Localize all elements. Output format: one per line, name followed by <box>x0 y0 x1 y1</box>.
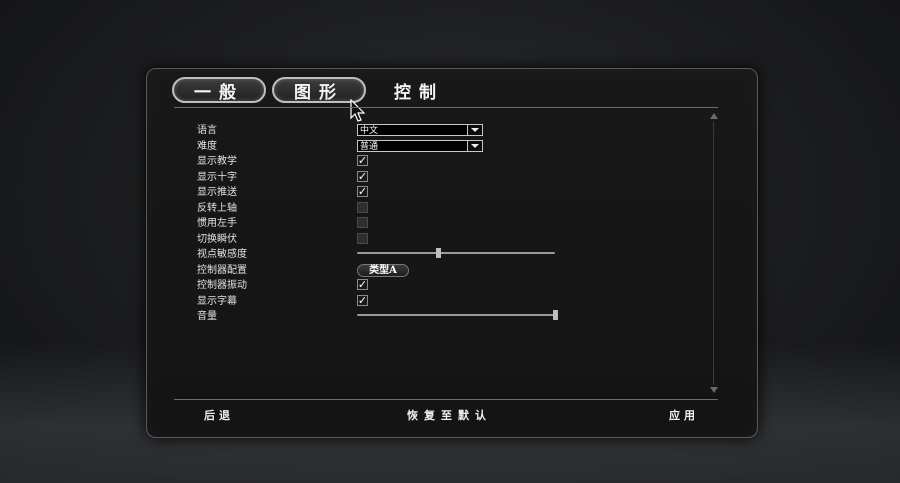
setting-control <box>357 310 558 320</box>
setting-label: 语言 <box>197 125 217 136</box>
dropdown-select[interactable]: 普通 <box>357 139 483 152</box>
check-icon: ✓ <box>357 169 368 183</box>
setting-control: ✓ <box>357 293 368 307</box>
checkbox[interactable]: ✓ <box>357 186 368 197</box>
setting-row: 显示十字 ✓ <box>197 170 527 186</box>
slider-track[interactable] <box>357 314 555 316</box>
setting-control: ✓ <box>357 279 368 290</box>
checkbox[interactable]: ✓ <box>357 155 368 166</box>
checkbox[interactable]: ✓ <box>357 169 368 183</box>
check-icon: ✓ <box>357 154 368 167</box>
checkbox[interactable] <box>357 232 368 244</box>
setting-control: ✓ <box>357 169 368 183</box>
controller-config-button[interactable]: 类型A <box>357 263 409 277</box>
setting-row: 难度 普通 <box>197 139 527 155</box>
setting-control: ✓ <box>357 155 368 166</box>
setting-control: 类型A <box>357 263 409 277</box>
scrollbar[interactable] <box>708 113 720 393</box>
setting-row: 显示字幕 ✓ <box>197 294 527 310</box>
setting-label: 显示推送 <box>197 187 237 198</box>
setting-row: 显示推送 ✓ <box>197 185 527 201</box>
tab-controls[interactable]: 控制 <box>372 77 466 103</box>
checkbox[interactable]: ✓ <box>357 293 368 307</box>
setting-label: 显示字幕 <box>197 295 237 307</box>
slider-thumb[interactable] <box>436 248 442 258</box>
setting-label: 切换瞬伏 <box>197 233 237 245</box>
header-divider <box>174 107 718 108</box>
setting-row: 显示教学 ✓ <box>197 154 527 170</box>
dropdown-value: 普通 <box>360 141 379 152</box>
setting-label: 显示十字 <box>197 171 237 183</box>
setting-row: 语言 中文 <box>197 123 527 139</box>
settings-panel: 一般 图形 控制 语言 中文难度 普通显示教学 ✓ 显示十字 ✓ 显示推送 ✓ 反转上轴惯用左手… <box>146 68 758 438</box>
setting-control: ✓ <box>357 186 368 197</box>
slider[interactable] <box>357 248 555 258</box>
apply-button[interactable]: 应用 <box>669 407 699 423</box>
setting-control <box>357 232 368 244</box>
setting-row: 音量 <box>197 309 558 325</box>
setting-row: 控制器振动 ✓ <box>197 278 527 294</box>
scroll-up-icon[interactable] <box>710 113 718 119</box>
setting-row: 视点敏感度 <box>197 247 555 263</box>
setting-control <box>357 201 368 213</box>
check-icon: ✓ <box>357 185 368 198</box>
check-icon: ✓ <box>357 278 368 291</box>
reset-defaults-button[interactable]: 恢复至默认 <box>407 407 492 423</box>
setting-label: 惯用左手 <box>197 218 237 229</box>
checkbox[interactable] <box>357 201 368 213</box>
chevron-down-icon[interactable] <box>467 139 483 152</box>
setting-label: 显示教学 <box>197 156 237 167</box>
checkbox[interactable] <box>357 217 368 228</box>
setting-label: 控制器振动 <box>197 280 247 291</box>
setting-label: 控制器配置 <box>197 264 247 276</box>
slider-thumb[interactable] <box>553 310 558 320</box>
chevron-down-icon[interactable] <box>467 124 483 136</box>
footer-divider <box>174 399 718 400</box>
scroll-down-icon[interactable] <box>710 387 718 393</box>
tab-bar: 一般 图形 控制 <box>172 77 466 103</box>
setting-control: 中文 <box>357 124 483 136</box>
setting-control <box>357 248 555 258</box>
setting-label: 反转上轴 <box>197 202 237 214</box>
check-icon: ✓ <box>357 293 368 307</box>
setting-control: 普通 <box>357 139 483 152</box>
dropdown-value: 中文 <box>360 126 379 136</box>
checkbox[interactable]: ✓ <box>357 279 368 290</box>
setting-label: 音量 <box>197 311 217 322</box>
slider[interactable] <box>357 310 558 320</box>
setting-row: 反转上轴 <box>197 201 527 217</box>
back-button[interactable]: 后退 <box>204 407 234 423</box>
setting-row: 切换瞬伏 <box>197 232 527 248</box>
setting-control <box>357 217 368 228</box>
setting-label: 难度 <box>197 140 217 152</box>
setting-label: 视点敏感度 <box>197 249 247 260</box>
settings-list: 语言 中文难度 普通显示教学 ✓ 显示十字 ✓ 显示推送 ✓ 反转上轴惯用左手切换瞬伏视点敏感度… <box>197 123 558 325</box>
scroll-track[interactable] <box>713 121 714 385</box>
setting-row: 惯用左手 <box>197 216 527 232</box>
slider-track[interactable] <box>357 252 555 254</box>
setting-row: 控制器配置 类型A <box>197 263 527 279</box>
dropdown-select[interactable]: 中文 <box>357 124 483 136</box>
tab-general[interactable]: 一般 <box>172 77 266 103</box>
